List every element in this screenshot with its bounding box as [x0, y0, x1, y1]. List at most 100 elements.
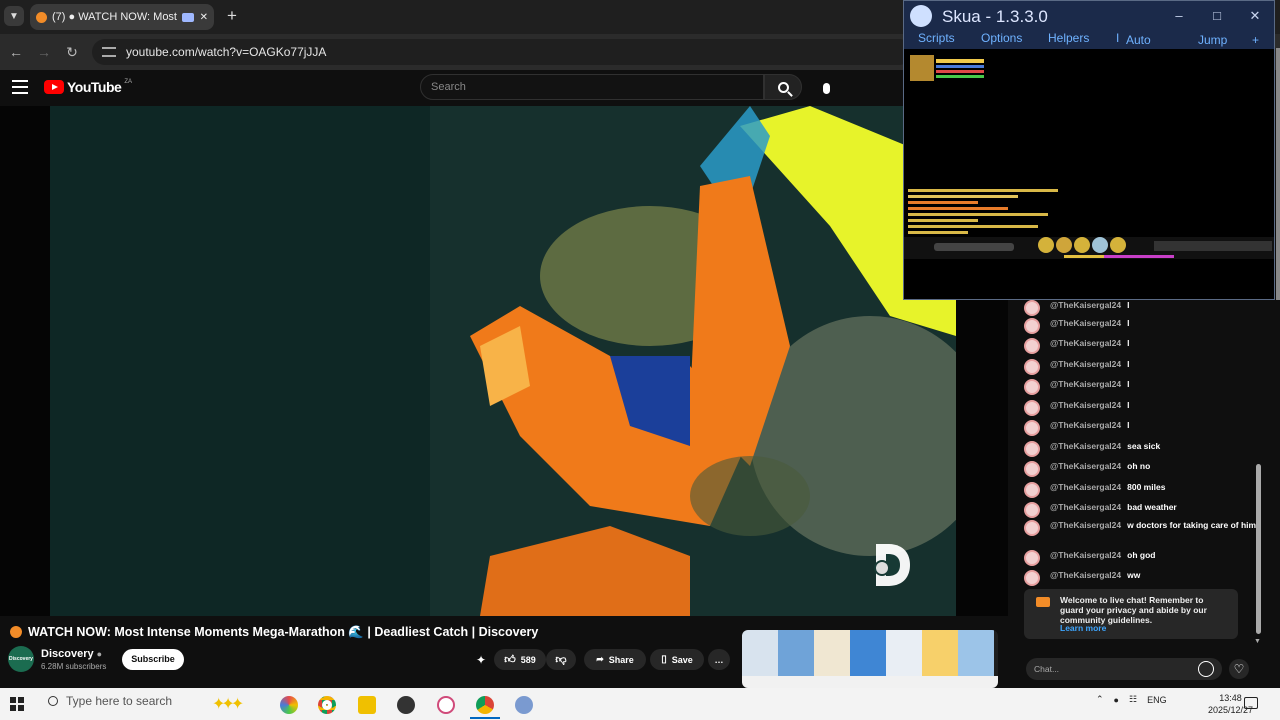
chat-message[interactable]: @TheKaisergal24 ww: [1024, 570, 1262, 586]
chat-avatar[interactable]: [1024, 520, 1040, 536]
chat-message[interactable]: @TheKaisergal24 l: [1024, 300, 1262, 316]
skua-menu-item[interactable]: Helpers: [1048, 31, 1089, 45]
chat-avatar[interactable]: [1024, 300, 1040, 316]
chat-author[interactable]: @TheKaisergal24: [1050, 400, 1121, 410]
forward-arrow-icon[interactable]: →: [34, 42, 54, 62]
chat-scrollbar[interactable]: [1256, 464, 1261, 634]
chat-message[interactable]: @TheKaisergal24 l: [1024, 379, 1262, 395]
back-arrow-icon[interactable]: ←: [6, 42, 26, 62]
skua-menu-item[interactable]: I: [1116, 31, 1119, 45]
chat-avatar[interactable]: [1024, 550, 1040, 566]
chat-author[interactable]: @TheKaisergal24: [1050, 318, 1121, 328]
chat-avatar[interactable]: [1024, 400, 1040, 416]
chat-author[interactable]: @TheKaisergal24: [1050, 482, 1121, 492]
shelf-thumbnail[interactable]: [850, 630, 886, 676]
chat-avatar[interactable]: [1024, 420, 1040, 436]
emoji-icon[interactable]: [1198, 661, 1214, 677]
chat-message[interactable]: @TheKaisergal24 sea sick: [1024, 441, 1262, 457]
chat-message[interactable]: @TheKaisergal24 l: [1024, 420, 1262, 436]
chat-avatar[interactable]: [1024, 570, 1040, 586]
notification-icon[interactable]: [1244, 697, 1258, 709]
chat-message[interactable]: @TheKaisergal24 bad weather: [1024, 502, 1262, 518]
snipping-tool-icon[interactable]: [437, 696, 455, 714]
tab-search-button[interactable]: ▼: [4, 6, 24, 26]
windows-start-icon[interactable]: [10, 697, 24, 711]
file-explorer-icon[interactable]: [358, 696, 376, 714]
network-icon[interactable]: ☷: [1129, 694, 1137, 705]
shelf-thumbnail[interactable]: [814, 630, 850, 676]
chat-message[interactable]: @TheKaisergal24 oh no: [1024, 461, 1262, 477]
shelf-thumbnail[interactable]: [742, 630, 778, 676]
chat-author[interactable]: @TheKaisergal24: [1050, 461, 1121, 471]
close-icon[interactable]: ✕: [1246, 7, 1264, 25]
taskbar-search[interactable]: Type here to search: [48, 694, 172, 708]
skua-game-view[interactable]: [904, 49, 1274, 299]
chat-avatar[interactable]: [1024, 359, 1040, 375]
hamburger-menu-icon[interactable]: [12, 80, 28, 94]
more-actions-button[interactable]: …: [708, 649, 730, 670]
language-indicator[interactable]: ENG: [1147, 695, 1167, 705]
merch-shelf[interactable]: [742, 630, 998, 688]
youtube-logo[interactable]: YouTube ZA: [44, 79, 132, 95]
skua-scrollbar[interactable]: [1276, 48, 1280, 300]
tab-close-icon[interactable]: ✕: [200, 12, 208, 23]
skua-titlebar[interactable]: Skua - 1.3.3.0 – □ ✕: [904, 1, 1274, 31]
video-frame-image[interactable]: [50, 106, 956, 616]
minimize-icon[interactable]: –: [1170, 7, 1188, 25]
scroll-down-icon[interactable]: ▼: [1254, 638, 1261, 645]
shelf-thumbnail[interactable]: [958, 630, 994, 676]
chat-author[interactable]: @TheKaisergal24: [1050, 550, 1121, 560]
site-info-icon[interactable]: [102, 47, 116, 57]
chat-message[interactable]: @TheKaisergal24 l: [1024, 338, 1262, 354]
like-button[interactable]: 👍︎ 589: [494, 649, 546, 670]
search-input[interactable]: Search: [420, 74, 764, 100]
chat-avatar[interactable]: [1024, 379, 1040, 395]
chat-author[interactable]: @TheKaisergal24: [1050, 520, 1121, 530]
save-button[interactable]: ▯ Save: [650, 649, 704, 670]
chat-author[interactable]: @TheKaisergal24: [1050, 338, 1121, 348]
chevron-up-icon[interactable]: ⌃: [1096, 694, 1104, 705]
chrome-active-icon[interactable]: [476, 696, 494, 714]
browser-tab[interactable]: (7) ● WATCH NOW: Most ✕: [30, 4, 214, 30]
maximize-icon[interactable]: □: [1208, 7, 1226, 25]
skua-menu-item[interactable]: Options: [981, 31, 1022, 45]
chat-author[interactable]: @TheKaisergal24: [1050, 570, 1121, 580]
voice-search-button[interactable]: [814, 76, 838, 100]
skua-menu-item[interactable]: +: [1252, 33, 1259, 47]
search-button[interactable]: [764, 74, 802, 100]
reload-icon[interactable]: ↻: [62, 42, 82, 62]
new-tab-button[interactable]: +: [222, 6, 242, 26]
dislike-button[interactable]: 👎︎: [546, 649, 576, 670]
chat-author[interactable]: @TheKaisergal24: [1050, 441, 1121, 451]
chat-avatar[interactable]: [1024, 318, 1040, 334]
microphone-icon[interactable]: ●: [1114, 695, 1119, 705]
chat-avatar[interactable]: [1024, 338, 1040, 354]
channel-avatar[interactable]: Discovery: [8, 646, 34, 672]
chat-author[interactable]: @TheKaisergal24: [1050, 420, 1121, 430]
chat-message[interactable]: @TheKaisergal24 l: [1024, 400, 1262, 416]
channel-name[interactable]: Discovery ●: [41, 648, 102, 660]
skua-menu-item[interactable]: Auto: [1126, 33, 1151, 47]
shelf-thumbnail[interactable]: [778, 630, 814, 676]
subscribe-button[interactable]: Subscribe: [122, 649, 184, 670]
chat-message[interactable]: @TheKaisergal24 l: [1024, 318, 1262, 334]
chat-author[interactable]: @TheKaisergal24: [1050, 300, 1121, 310]
share-button[interactable]: ➦ Share: [584, 649, 646, 670]
chat-message[interactable]: @TheKaisergal24 l: [1024, 359, 1262, 375]
search-highlight-icon[interactable]: ✦✦✦: [212, 694, 260, 714]
shelf-thumbnail[interactable]: [922, 630, 958, 676]
chat-avatar[interactable]: [1024, 482, 1040, 498]
skua-menu-item[interactable]: Scripts: [918, 31, 955, 45]
heart-icon[interactable]: ♡: [1229, 659, 1249, 679]
learn-more-link[interactable]: Learn more: [1060, 623, 1106, 633]
chat-avatar[interactable]: [1024, 441, 1040, 457]
chat-avatar[interactable]: [1024, 502, 1040, 518]
obs-icon[interactable]: [397, 696, 415, 714]
chat-author[interactable]: @TheKaisergal24: [1050, 502, 1121, 512]
chrome-icon[interactable]: [318, 696, 336, 714]
hype-icon[interactable]: ✦: [472, 651, 490, 669]
shelf-thumbnail[interactable]: [886, 630, 922, 676]
address-bar[interactable]: youtube.com/watch?v=OAGKo77jJJA: [92, 39, 912, 65]
chat-author[interactable]: @TheKaisergal24: [1050, 359, 1121, 369]
copilot-icon[interactable]: [280, 696, 298, 714]
